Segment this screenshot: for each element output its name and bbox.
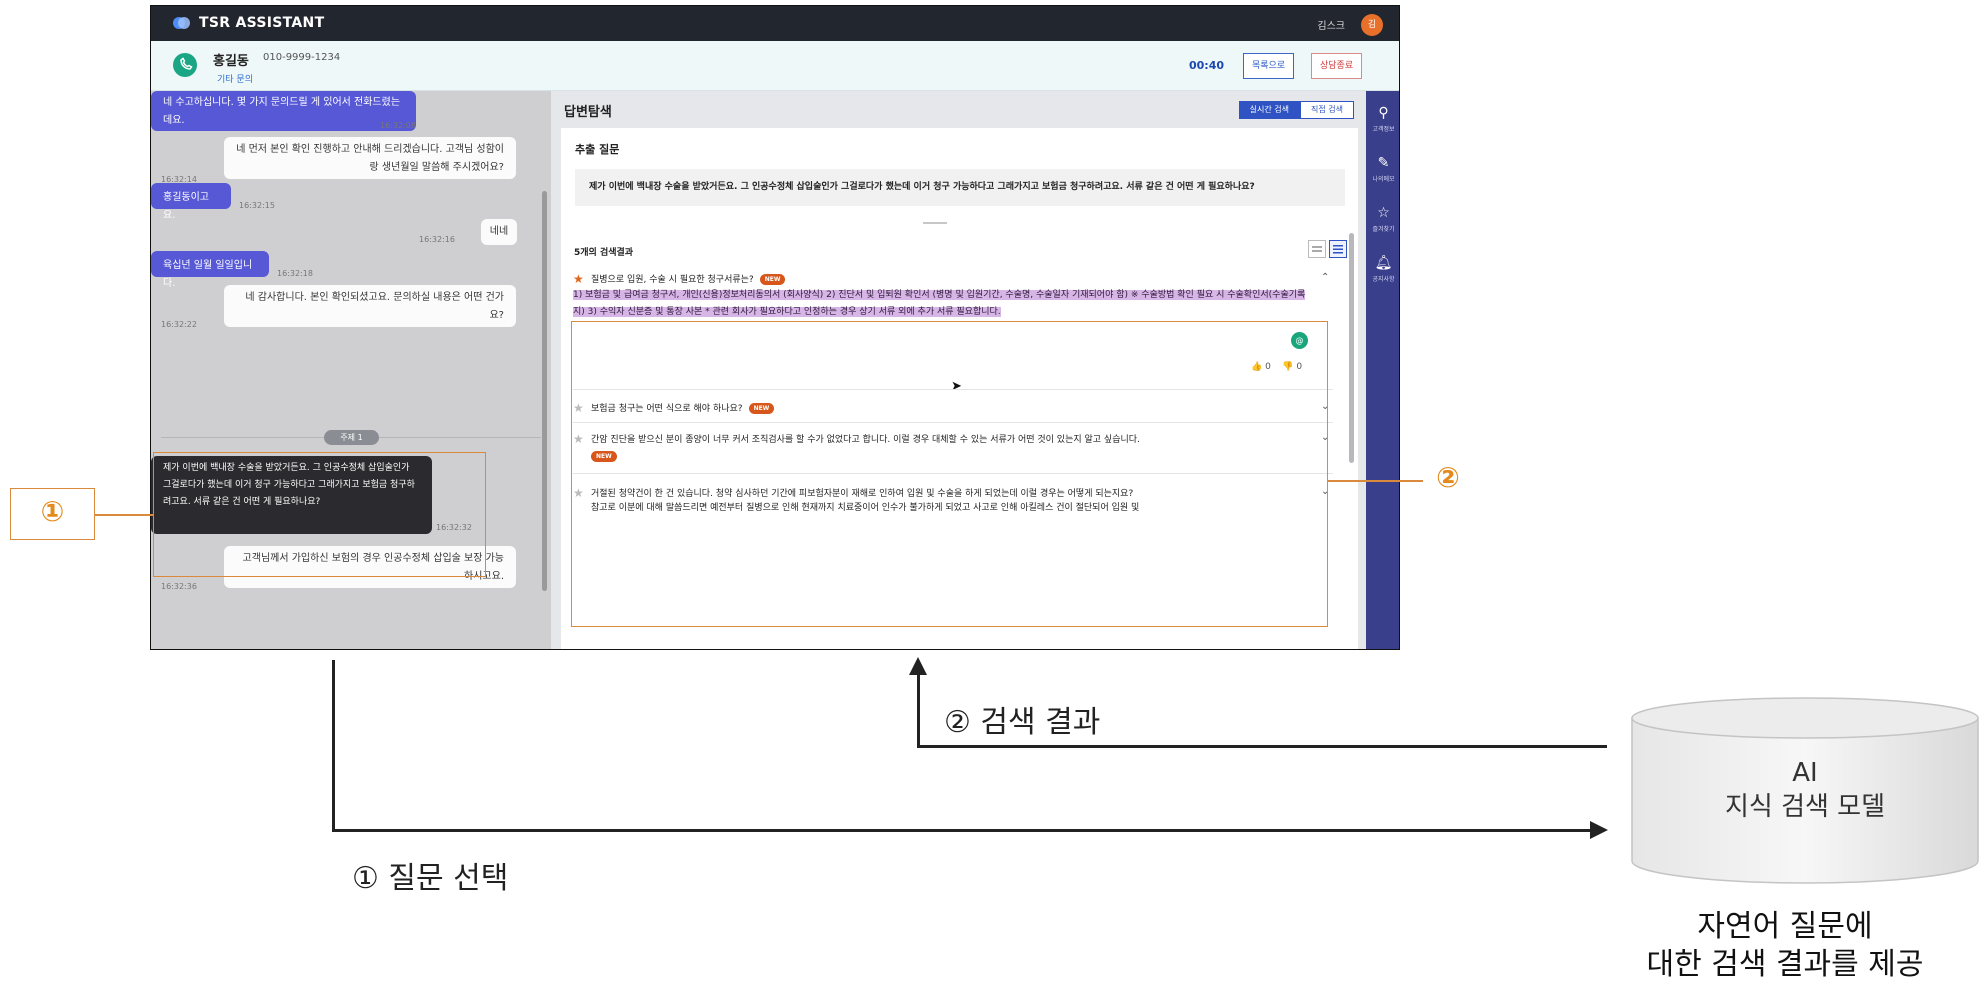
sidebar-item-notices[interactable]: 🔔︎ 공지사항 [1366, 255, 1399, 283]
phone-icon [173, 53, 197, 77]
sidebar-item-favorites[interactable]: ☆ 즐겨찾기 [1366, 205, 1399, 233]
marker-1: ① [40, 495, 65, 528]
message-text: 네네 [489, 226, 509, 237]
chevron-up-icon[interactable]: ⌃ [1321, 272, 1329, 283]
highlight-box-1 [153, 452, 486, 577]
title-bar: TSR ASSISTANT 김스크 김 [151, 6, 1399, 41]
panel-title: 답변탐색 [564, 105, 612, 120]
flow-line-to-model [332, 829, 1594, 832]
bell-icon: 🔔︎ [1374, 255, 1393, 271]
message-time: 16:32:22 [161, 320, 197, 329]
sidebar-item-label: 나의메모 [1372, 176, 1395, 183]
connector-line-2 [1328, 480, 1423, 482]
message-time: 16:32:08 [380, 121, 416, 130]
tab-realtime-search[interactable]: 실시간 검색 [1238, 101, 1301, 119]
message-text: 홍길동이고요. [163, 192, 209, 221]
call-timer: 00:40 [1189, 59, 1225, 72]
user-name: 김스크 [1317, 21, 1345, 32]
ai-search-model-cylinder: AI 지식 검색 모델 [1630, 696, 1980, 886]
resize-handle[interactable] [923, 222, 947, 224]
highlight-box-2 [571, 321, 1328, 627]
chat-message-customer: 홍길동이고요. [151, 183, 231, 221]
chat-bubble-logo-icon [173, 17, 190, 29]
sidebar-item-customer-info[interactable]: ⚲ 고객정보 [1366, 105, 1399, 133]
avatar[interactable]: 김 [1361, 14, 1383, 36]
highlighted-answer: 1) 보험금 및 급여금 청구서, 개인(신용)정보처리동의서 (회사양식) 2… [573, 290, 1306, 317]
search-mode-tabs: 실시간 검색 직접 검색 [1238, 101, 1354, 119]
caption-line-1: 자연어 질문에 [1697, 909, 1873, 944]
question-select-label: ① 질문 선택 [352, 861, 509, 896]
sidebar-item-label: 즐겨찾기 [1372, 226, 1395, 233]
flow-line-up [917, 672, 920, 748]
result-count: 5개의 검색결과 [574, 248, 634, 258]
customer-phone: 010-9999-1234 [263, 52, 341, 63]
message-time: 16:32:15 [239, 201, 275, 210]
app-title: TSR ASSISTANT [199, 15, 325, 31]
chat-message-agent: 네네 [481, 219, 517, 245]
chat-message-customer: 네 수고하십니다. 몇 가지 문의드릴 게 있어서 전화드렸는데요. [151, 91, 416, 131]
flow-line-from-model [917, 745, 1607, 748]
star-icon: ☆ [1377, 205, 1390, 221]
extracted-question: 제가 이번에 백내장 수술을 받았거든요. 그 인공수정체 삽입술인가 그걸로다… [575, 169, 1345, 206]
caption-line-2: 대한 검색 결과를 제공 [1646, 947, 1924, 982]
call-info-bar: 홍길동 010-9999-1234 기타 문의 00:40 목록으로 상담종료 [151, 41, 1399, 91]
grid-view-icon[interactable] [1308, 240, 1326, 258]
tab-direct-search[interactable]: 직접 검색 [1300, 101, 1354, 119]
right-sidebar: ⚲ 고객정보 ✎ 나의메모 ☆ 즐겨찾기 🔔︎ 공지사항 [1366, 91, 1399, 649]
answer-text: 1) 보험금 및 급여금 청구서, 개인(신용)정보처리동의서 (회사양식) 2… [573, 287, 1308, 321]
edit-icon: ✎ [1377, 155, 1390, 171]
star-filled-icon[interactable]: ★ [573, 273, 584, 285]
connector-line-1 [95, 514, 153, 516]
model-label-line-1: AI [1792, 758, 1818, 788]
results-scrollbar[interactable] [1349, 233, 1354, 463]
inquiry-tag: 기타 문의 [217, 75, 253, 85]
list-view-icon[interactable] [1329, 240, 1347, 258]
sidebar-item-label: 공지사항 [1372, 276, 1395, 283]
arrow-to-model [1590, 821, 1608, 839]
message-time: 16:32:18 [277, 269, 313, 278]
topic-badge[interactable]: 주제 1 [324, 430, 379, 445]
chat-message-agent: 네 감사합니다. 본인 확인되셨고요. 문의하실 내용은 어떤 건가요? [224, 285, 516, 327]
message-text: 네 감사합니다. 본인 확인되셨고요. 문의하실 내용은 어떤 건가요? [245, 292, 504, 321]
customer-name: 홍길동 [213, 54, 249, 69]
extracted-question-label: 추출 질문 [575, 143, 620, 156]
search-result-label: ② 검색 결과 [944, 705, 1101, 740]
message-time: 16:32:16 [419, 235, 455, 244]
message-text: 네 먼저 본인 확인 진행하고 안내해 드리겠습니다. 고객님 성함이랑 생년월… [236, 144, 504, 173]
back-to-list-button[interactable]: 목록으로 [1243, 53, 1295, 79]
chat-message-customer: 육십년 일월 일일입니다. [151, 251, 269, 289]
end-call-button[interactable]: 상담종료 [1311, 53, 1363, 79]
sidebar-item-label: 고객정보 [1372, 126, 1395, 133]
model-caption: 자연어 질문에 대한 검색 결과를 제공 [1590, 908, 1980, 984]
chat-scrollbar[interactable] [542, 191, 547, 591]
result-item[interactable]: ★ 질병으로 입원, 수술 시 필요한 청구서류는? NEW ⌃ [573, 272, 1333, 287]
sidebar-item-memo[interactable]: ✎ 나의메모 [1366, 155, 1399, 183]
arrow-to-results [909, 657, 927, 675]
message-time: 16:32:36 [161, 582, 197, 591]
message-text: 네 수고하십니다. 몇 가지 문의드릴 게 있어서 전화드렸는데요. [163, 97, 401, 126]
user-icon: ⚲ [1378, 105, 1389, 121]
result-title: 질병으로 입원, 수술 시 필요한 청구서류는? [591, 275, 754, 285]
new-badge: NEW [759, 274, 786, 285]
chat-message-agent: 네 먼저 본인 확인 진행하고 안내해 드리겠습니다. 고객님 성함이랑 생년월… [224, 137, 516, 179]
marker-2: ② [1436, 461, 1460, 494]
model-label-line-2: 지식 검색 모델 [1724, 792, 1886, 822]
flow-line-down [332, 660, 335, 832]
